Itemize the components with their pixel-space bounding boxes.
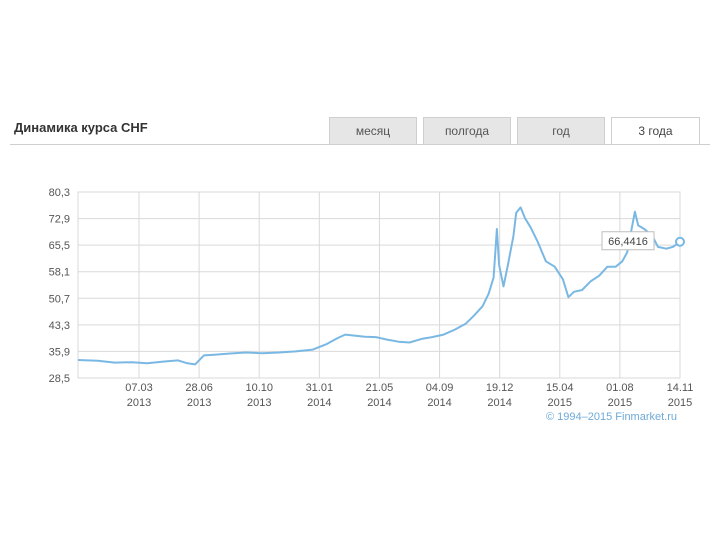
x-tick-date: 01.08 (606, 382, 634, 394)
chart-title: Динамика курса CHF (14, 120, 148, 135)
tab-three-years[interactable]: 3 года (611, 117, 700, 144)
y-tick-label: 65,5 (49, 240, 70, 252)
x-tick-date: 19.12 (486, 382, 514, 394)
x-tick-year: 2013 (247, 397, 271, 409)
x-tick-date: 14.11 (667, 382, 694, 394)
chart-grid (77, 191, 681, 379)
rate-chart: 80,3 72,9 65,5 58,1 50,7 43,3 35,9 28,5 07.03 20… (49, 187, 694, 423)
x-tick-year: 2014 (487, 397, 511, 409)
x-tick-year: 2014 (307, 397, 331, 409)
y-axis: 80,3 72,9 65,5 58,1 50,7 43,3 35,9 28,5 (49, 187, 70, 385)
y-tick-label: 50,7 (49, 293, 70, 305)
y-tick-label: 35,9 (49, 346, 70, 358)
y-tick-label: 80,3 (49, 187, 70, 199)
x-tick-date: 07.03 (125, 382, 153, 394)
x-axis: 07.03 2013 28.06 2013 10.10 2013 31.01 2014 21.0… (125, 382, 693, 409)
copyright-text: © 1994–2015 Finmarket.ru (546, 411, 677, 423)
x-tick-date: 31.01 (306, 382, 334, 394)
tab-divider (10, 144, 710, 145)
x-tick-date: 28.06 (185, 382, 213, 394)
x-tick-date: 04.09 (426, 382, 454, 394)
tab-month[interactable]: месяц (329, 117, 417, 144)
tab-year[interactable]: год (517, 117, 605, 144)
x-tick-year: 2013 (127, 397, 151, 409)
last-value-label: 66,4416 (608, 236, 648, 248)
x-tick-date: 10.10 (245, 382, 273, 394)
y-tick-label: 72,9 (49, 214, 70, 226)
y-tick-label: 43,3 (49, 320, 70, 332)
y-tick-label: 28,5 (49, 373, 70, 385)
x-tick-year: 2015 (548, 397, 572, 409)
x-tick-year: 2014 (367, 397, 391, 409)
last-point-marker (675, 236, 685, 247)
x-tick-year: 2013 (187, 397, 211, 409)
tab-half-year[interactable]: полгода (423, 117, 511, 144)
x-tick-date: 21.05 (366, 382, 394, 394)
x-tick-year: 2015 (668, 397, 692, 409)
x-tick-year: 2014 (427, 397, 451, 409)
x-tick-year: 2015 (608, 397, 632, 409)
x-tick-date: 15.04 (546, 382, 574, 394)
y-tick-label: 58,1 (49, 267, 70, 279)
